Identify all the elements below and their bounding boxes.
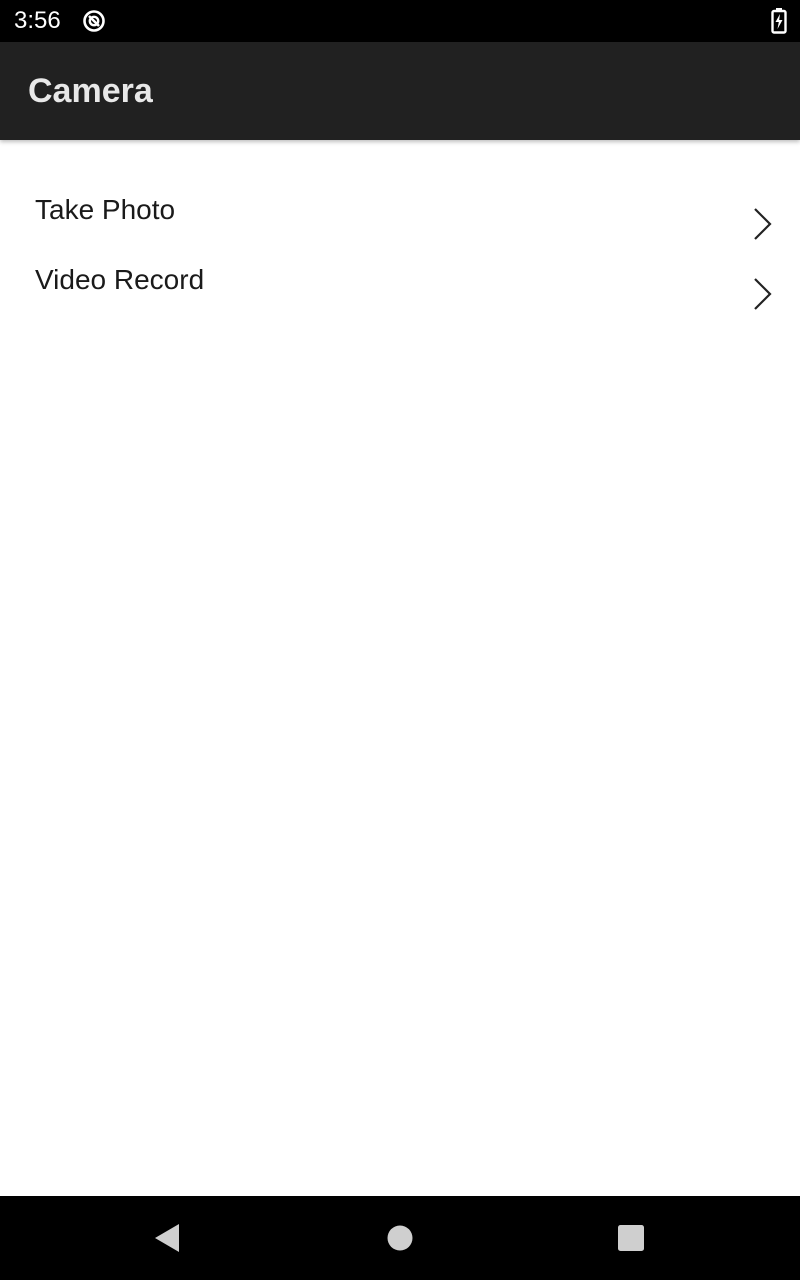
back-icon[interactable] [143, 1214, 191, 1262]
navigation-bar [0, 1196, 800, 1280]
sync-icon [83, 10, 105, 32]
menu-list: Take Photo Video Record [0, 140, 800, 316]
chevron-right-icon [754, 278, 772, 310]
list-item-take-photo[interactable]: Take Photo [0, 176, 800, 246]
status-bar: 3:56 [0, 0, 800, 42]
list-item-label: Video Record [35, 264, 205, 295]
home-icon[interactable] [376, 1214, 424, 1262]
chevron-right-icon [754, 208, 772, 240]
screen: 3:56 Camera Take Photo Video Record [0, 0, 800, 1280]
page-title: Camera [28, 72, 153, 110]
recents-icon[interactable] [607, 1214, 655, 1262]
battery-charging-icon [771, 8, 787, 34]
list-item-label: Take Photo [35, 194, 176, 225]
list-item-video-record[interactable]: Video Record [0, 246, 800, 316]
status-time: 3:56 [14, 7, 61, 34]
app-bar: Camera [0, 42, 800, 140]
